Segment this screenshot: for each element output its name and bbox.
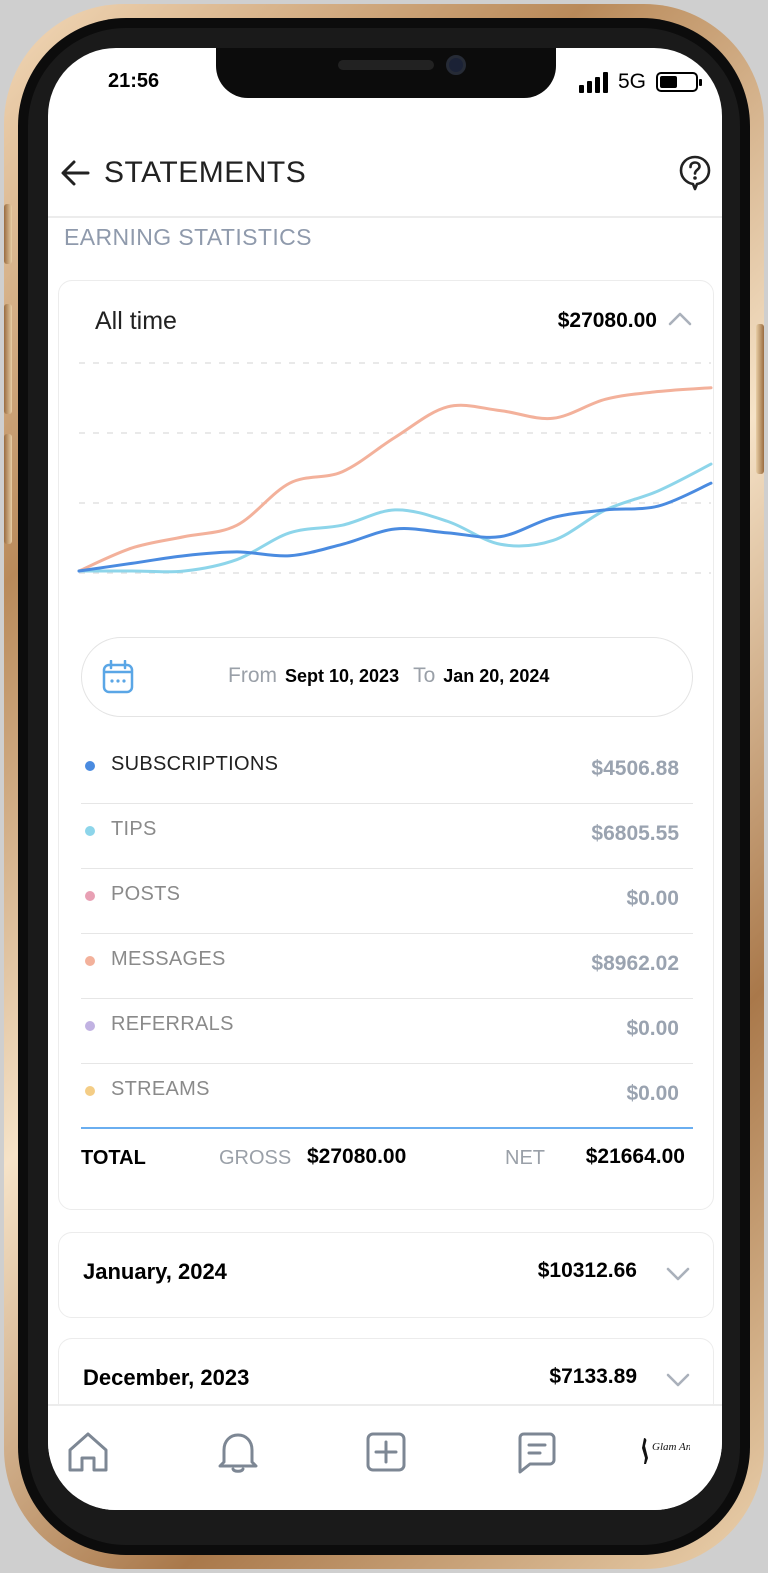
back-arrow-icon[interactable] bbox=[58, 158, 94, 188]
category-row-messages[interactable]: MESSAGES $8962.02 bbox=[81, 934, 693, 999]
volume-down-button bbox=[4, 434, 12, 544]
app-header: STATEMENTS bbox=[48, 148, 722, 218]
earnings-line-chart bbox=[77, 362, 713, 574]
month-name: December, 2023 bbox=[83, 1365, 250, 1390]
home-icon[interactable] bbox=[64, 1428, 112, 1476]
to-date[interactable]: Jan 20, 2024 bbox=[443, 666, 549, 687]
add-post-icon[interactable] bbox=[362, 1428, 410, 1476]
category-value: $4506.88 bbox=[591, 757, 679, 780]
mute-switch bbox=[4, 204, 12, 264]
category-list: SUBSCRIPTIONS $4506.88 TIPS $6805.55 POS… bbox=[81, 739, 693, 1129]
status-indicators: 5G bbox=[578, 70, 702, 94]
category-name: MESSAGES bbox=[111, 948, 226, 970]
brand-logo[interactable]: Glam Angels bbox=[640, 1436, 690, 1466]
category-value: $8962.02 bbox=[591, 952, 679, 975]
legend-dot bbox=[85, 761, 95, 771]
page-title: STATEMENTS bbox=[104, 156, 307, 189]
signal-icon bbox=[578, 71, 608, 93]
chevron-up-icon[interactable] bbox=[667, 309, 693, 327]
total-label: TOTAL bbox=[81, 1147, 146, 1169]
to-label: To bbox=[413, 664, 436, 687]
category-value: $0.00 bbox=[626, 887, 679, 910]
category-value: $6805.55 bbox=[591, 822, 679, 845]
brand-logo-text: Glam Angels bbox=[652, 1441, 690, 1453]
category-row-tips[interactable]: TIPS $6805.55 bbox=[81, 804, 693, 869]
period-amount: $27080.00 bbox=[557, 309, 657, 332]
category-name: POSTS bbox=[111, 883, 181, 905]
category-value: $0.00 bbox=[626, 1017, 679, 1040]
battery-icon bbox=[656, 72, 702, 92]
date-range-text: From Sept 10, 2023 To Jan 20, 2024 bbox=[228, 664, 549, 688]
net-label: NET bbox=[505, 1147, 545, 1169]
messages-icon[interactable] bbox=[512, 1428, 560, 1476]
totals-row: TOTAL GROSS $27080.00 NET $21664.00 bbox=[81, 1141, 693, 1181]
category-name: STREAMS bbox=[111, 1078, 210, 1100]
front-camera bbox=[446, 55, 466, 75]
month-amount: $7133.89 bbox=[549, 1365, 637, 1388]
from-label: From bbox=[228, 664, 277, 687]
bell-icon[interactable] bbox=[214, 1428, 262, 1476]
status-time: 21:56 bbox=[108, 70, 160, 92]
legend-dot bbox=[85, 956, 95, 966]
gross-label: GROSS bbox=[219, 1147, 292, 1169]
volume-up-button bbox=[4, 304, 12, 414]
legend-dot bbox=[85, 1086, 95, 1096]
date-range-picker[interactable]: From Sept 10, 2023 To Jan 20, 2024 bbox=[81, 637, 693, 717]
category-name: SUBSCRIPTIONS bbox=[111, 753, 279, 775]
category-name: TIPS bbox=[111, 818, 157, 840]
help-icon[interactable] bbox=[678, 154, 712, 192]
chevron-down-icon[interactable] bbox=[665, 1371, 691, 1389]
category-row-subscriptions[interactable]: SUBSCRIPTIONS $4506.88 bbox=[81, 739, 693, 804]
category-row-posts[interactable]: POSTS $0.00 bbox=[81, 869, 693, 934]
notch bbox=[216, 48, 556, 98]
gross-value: $27080.00 bbox=[307, 1145, 407, 1168]
section-label: EARNING STATISTICS bbox=[64, 224, 312, 250]
category-value: $0.00 bbox=[626, 1082, 679, 1105]
month-amount: $10312.66 bbox=[537, 1259, 637, 1282]
calendar-icon bbox=[102, 660, 134, 694]
period-label: All time bbox=[95, 307, 177, 335]
power-button bbox=[756, 324, 764, 474]
legend-dot bbox=[85, 826, 95, 836]
legend-dot bbox=[85, 891, 95, 901]
net-value: $21664.00 bbox=[585, 1145, 685, 1168]
speaker bbox=[338, 60, 434, 70]
bottom-nav: Glam Angels bbox=[48, 1404, 722, 1510]
chevron-down-icon[interactable] bbox=[665, 1265, 691, 1283]
month-name: January, 2024 bbox=[83, 1259, 227, 1284]
earnings-summary-card: All time $27080.00 From Sept 10, 2023 To… bbox=[58, 280, 714, 1210]
category-name: REFERRALS bbox=[111, 1013, 234, 1035]
network-type: 5G bbox=[617, 70, 646, 93]
category-row-referrals[interactable]: REFERRALS $0.00 bbox=[81, 999, 693, 1064]
chart-series-messages bbox=[77, 386, 713, 573]
legend-dot bbox=[85, 1021, 95, 1031]
screen: 21:56 5G STATEMENTS EARNING STATISTICS A… bbox=[48, 48, 722, 1510]
category-row-streams[interactable]: STREAMS $0.00 bbox=[81, 1064, 693, 1129]
from-date[interactable]: Sept 10, 2023 bbox=[285, 666, 399, 687]
chart-series-subscriptions bbox=[77, 481, 713, 573]
month-card-january-2024[interactable]: January, 2024 $10312.66 bbox=[58, 1232, 714, 1318]
